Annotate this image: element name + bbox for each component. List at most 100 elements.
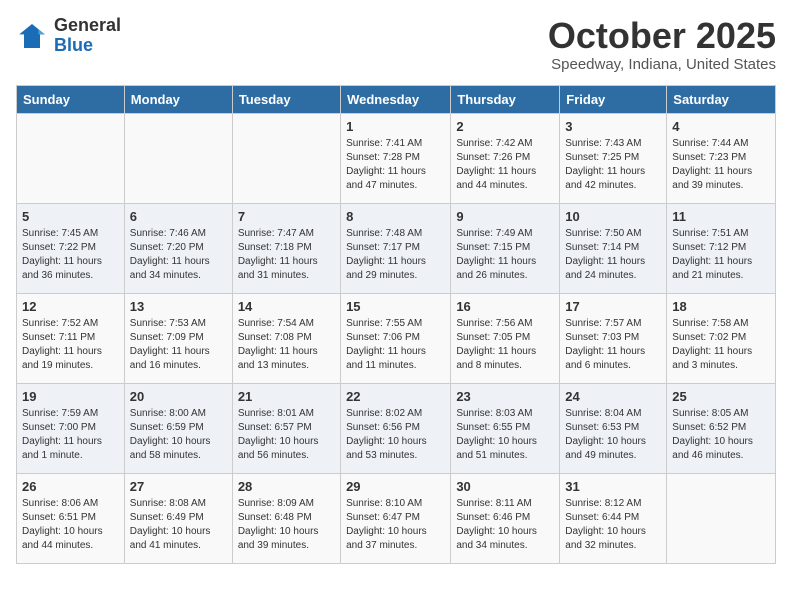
logo-text: General Blue [54,16,121,56]
calendar-cell: 7 Sunrise: 7:47 AM Sunset: 7:18 PM Daylig… [232,203,340,293]
day-number: 12 [22,299,119,314]
day-number: 14 [238,299,335,314]
col-header-friday: Friday [560,85,667,113]
day-info: Sunrise: 7:53 AM Sunset: 7:09 PM Dayligh… [130,317,227,373]
day-info: Sunrise: 7:52 AM Sunset: 7:11 PM Dayligh… [22,317,119,373]
calendar-cell: 26 Sunrise: 8:06 AM Sunset: 6:51 PM Dayli… [17,473,125,563]
logo-blue-text: Blue [54,36,121,56]
day-number: 20 [130,389,227,404]
day-number: 26 [22,479,119,494]
calendar-cell: 19Sunrise: 7:59 AM Sunset: 7:00 PM Dayli… [17,383,125,473]
day-info: Sunrise: 7:56 AM Sunset: 7:05 PM Dayligh… [456,317,554,373]
calendar-cell: 20 Sunrise: 8:00 AM Sunset: 6:59 PM Dayli… [124,383,232,473]
calendar-cell: 27 Sunrise: 8:08 AM Sunset: 6:49 PM Dayli… [124,473,232,563]
day-info: Sunrise: 7:57 AM Sunset: 7:03 PM Dayligh… [565,317,661,373]
calendar-cell: 18Sunrise: 7:58 AM Sunset: 7:02 PM Dayli… [667,293,776,383]
week-row-2: 5Sunrise: 7:45 AM Sunset: 7:22 PM Daylig… [17,203,776,293]
col-header-saturday: Saturday [667,85,776,113]
day-number: 6 [130,209,227,224]
day-info: Sunrise: 8:11 AM Sunset: 6:46 PM Dayligh… [456,497,554,553]
week-row-5: 26 Sunrise: 8:06 AM Sunset: 6:51 PM Dayli… [17,473,776,563]
day-info: Sunrise: 8:09 AM Sunset: 6:48 PM Dayligh… [238,497,335,553]
calendar-cell: 1 Sunrise: 7:41 AM Sunset: 7:28 PM Daylig… [341,113,451,203]
day-info: Sunrise: 7:51 AM Sunset: 7:12 PM Dayligh… [672,227,770,283]
col-header-monday: Monday [124,85,232,113]
day-info: Sunrise: 8:02 AM Sunset: 6:56 PM Dayligh… [346,407,445,463]
day-number: 1 [346,119,445,134]
day-number: 24 [565,389,661,404]
calendar-cell [17,113,125,203]
day-number: 5 [22,209,119,224]
day-number: 19 [22,389,119,404]
day-number: 10 [565,209,661,224]
day-number: 21 [238,389,335,404]
day-info: Sunrise: 7:43 AM Sunset: 7:25 PM Dayligh… [565,137,661,193]
day-headers-row: SundayMondayTuesdayWednesdayThursdayFrid… [17,85,776,113]
day-number: 27 [130,479,227,494]
week-row-3: 12 Sunrise: 7:52 AM Sunset: 7:11 PM Dayli… [17,293,776,383]
day-number: 15 [346,299,445,314]
day-info: Sunrise: 7:48 AM Sunset: 7:17 PM Dayligh… [346,227,445,283]
week-row-1: 1 Sunrise: 7:41 AM Sunset: 7:28 PM Daylig… [17,113,776,203]
day-info: Sunrise: 8:04 AM Sunset: 6:53 PM Dayligh… [565,407,661,463]
calendar-cell: 14Sunrise: 7:54 AM Sunset: 7:08 PM Dayli… [232,293,340,383]
day-info: Sunrise: 7:46 AM Sunset: 7:20 PM Dayligh… [130,227,227,283]
calendar-cell: 10 Sunrise: 7:50 AM Sunset: 7:14 PM Dayli… [560,203,667,293]
day-info: Sunrise: 7:55 AM Sunset: 7:06 PM Dayligh… [346,317,445,373]
day-number: 4 [672,119,770,134]
calendar-cell: 9Sunrise: 7:49 AM Sunset: 7:15 PM Daylig… [451,203,560,293]
col-header-thursday: Thursday [451,85,560,113]
day-number: 7 [238,209,335,224]
calendar-cell: 25 Sunrise: 8:05 AM Sunset: 6:52 PM Dayli… [667,383,776,473]
day-info: Sunrise: 8:12 AM Sunset: 6:44 PM Dayligh… [565,497,661,553]
calendar-cell: 16Sunrise: 7:56 AM Sunset: 7:05 PM Dayli… [451,293,560,383]
day-number: 3 [565,119,661,134]
day-info: Sunrise: 7:50 AM Sunset: 7:14 PM Dayligh… [565,227,661,283]
day-info: Sunrise: 7:41 AM Sunset: 7:28 PM Dayligh… [346,137,445,193]
location-text: Speedway, Indiana, United States [548,56,776,73]
day-info: Sunrise: 8:03 AM Sunset: 6:55 PM Dayligh… [456,407,554,463]
calendar-cell: 22 Sunrise: 8:02 AM Sunset: 6:56 PM Dayli… [341,383,451,473]
day-info: Sunrise: 8:06 AM Sunset: 6:51 PM Dayligh… [22,497,119,553]
day-number: 11 [672,209,770,224]
calendar-cell: 11 Sunrise: 7:51 AM Sunset: 7:12 PM Dayli… [667,203,776,293]
calendar-cell: 2Sunrise: 7:42 AM Sunset: 7:26 PM Daylig… [451,113,560,203]
calendar-table: SundayMondayTuesdayWednesdayThursdayFrid… [16,85,776,564]
calendar-cell [124,113,232,203]
day-number: 17 [565,299,661,314]
day-number: 31 [565,479,661,494]
col-header-wednesday: Wednesday [341,85,451,113]
day-number: 30 [456,479,554,494]
day-info: Sunrise: 8:01 AM Sunset: 6:57 PM Dayligh… [238,407,335,463]
calendar-cell: 5Sunrise: 7:45 AM Sunset: 7:22 PM Daylig… [17,203,125,293]
calendar-cell: 24 Sunrise: 8:04 AM Sunset: 6:53 PM Dayli… [560,383,667,473]
day-info: Sunrise: 7:47 AM Sunset: 7:18 PM Dayligh… [238,227,335,283]
day-number: 8 [346,209,445,224]
calendar-cell [232,113,340,203]
day-number: 25 [672,389,770,404]
day-number: 13 [130,299,227,314]
calendar-cell: 29Sunrise: 8:10 AM Sunset: 6:47 PM Dayli… [341,473,451,563]
day-info: Sunrise: 7:49 AM Sunset: 7:15 PM Dayligh… [456,227,554,283]
day-info: Sunrise: 7:42 AM Sunset: 7:26 PM Dayligh… [456,137,554,193]
day-number: 22 [346,389,445,404]
col-header-sunday: Sunday [17,85,125,113]
calendar-cell: 30 Sunrise: 8:11 AM Sunset: 6:46 PM Dayli… [451,473,560,563]
day-info: Sunrise: 8:00 AM Sunset: 6:59 PM Dayligh… [130,407,227,463]
calendar-cell: 12 Sunrise: 7:52 AM Sunset: 7:11 PM Dayli… [17,293,125,383]
day-info: Sunrise: 8:05 AM Sunset: 6:52 PM Dayligh… [672,407,770,463]
calendar-cell [667,473,776,563]
logo-general-text: General [54,16,121,36]
calendar-cell: 4Sunrise: 7:44 AM Sunset: 7:23 PM Daylig… [667,113,776,203]
logo-icon [16,20,48,52]
logo: General Blue [16,16,121,56]
day-info: Sunrise: 7:58 AM Sunset: 7:02 PM Dayligh… [672,317,770,373]
day-number: 28 [238,479,335,494]
calendar-cell: 6 Sunrise: 7:46 AM Sunset: 7:20 PM Daylig… [124,203,232,293]
calendar-cell: 13 Sunrise: 7:53 AM Sunset: 7:09 PM Dayli… [124,293,232,383]
week-row-4: 19Sunrise: 7:59 AM Sunset: 7:00 PM Dayli… [17,383,776,473]
col-header-tuesday: Tuesday [232,85,340,113]
day-number: 29 [346,479,445,494]
calendar-cell: 31 Sunrise: 8:12 AM Sunset: 6:44 PM Dayli… [560,473,667,563]
day-info: Sunrise: 8:08 AM Sunset: 6:49 PM Dayligh… [130,497,227,553]
